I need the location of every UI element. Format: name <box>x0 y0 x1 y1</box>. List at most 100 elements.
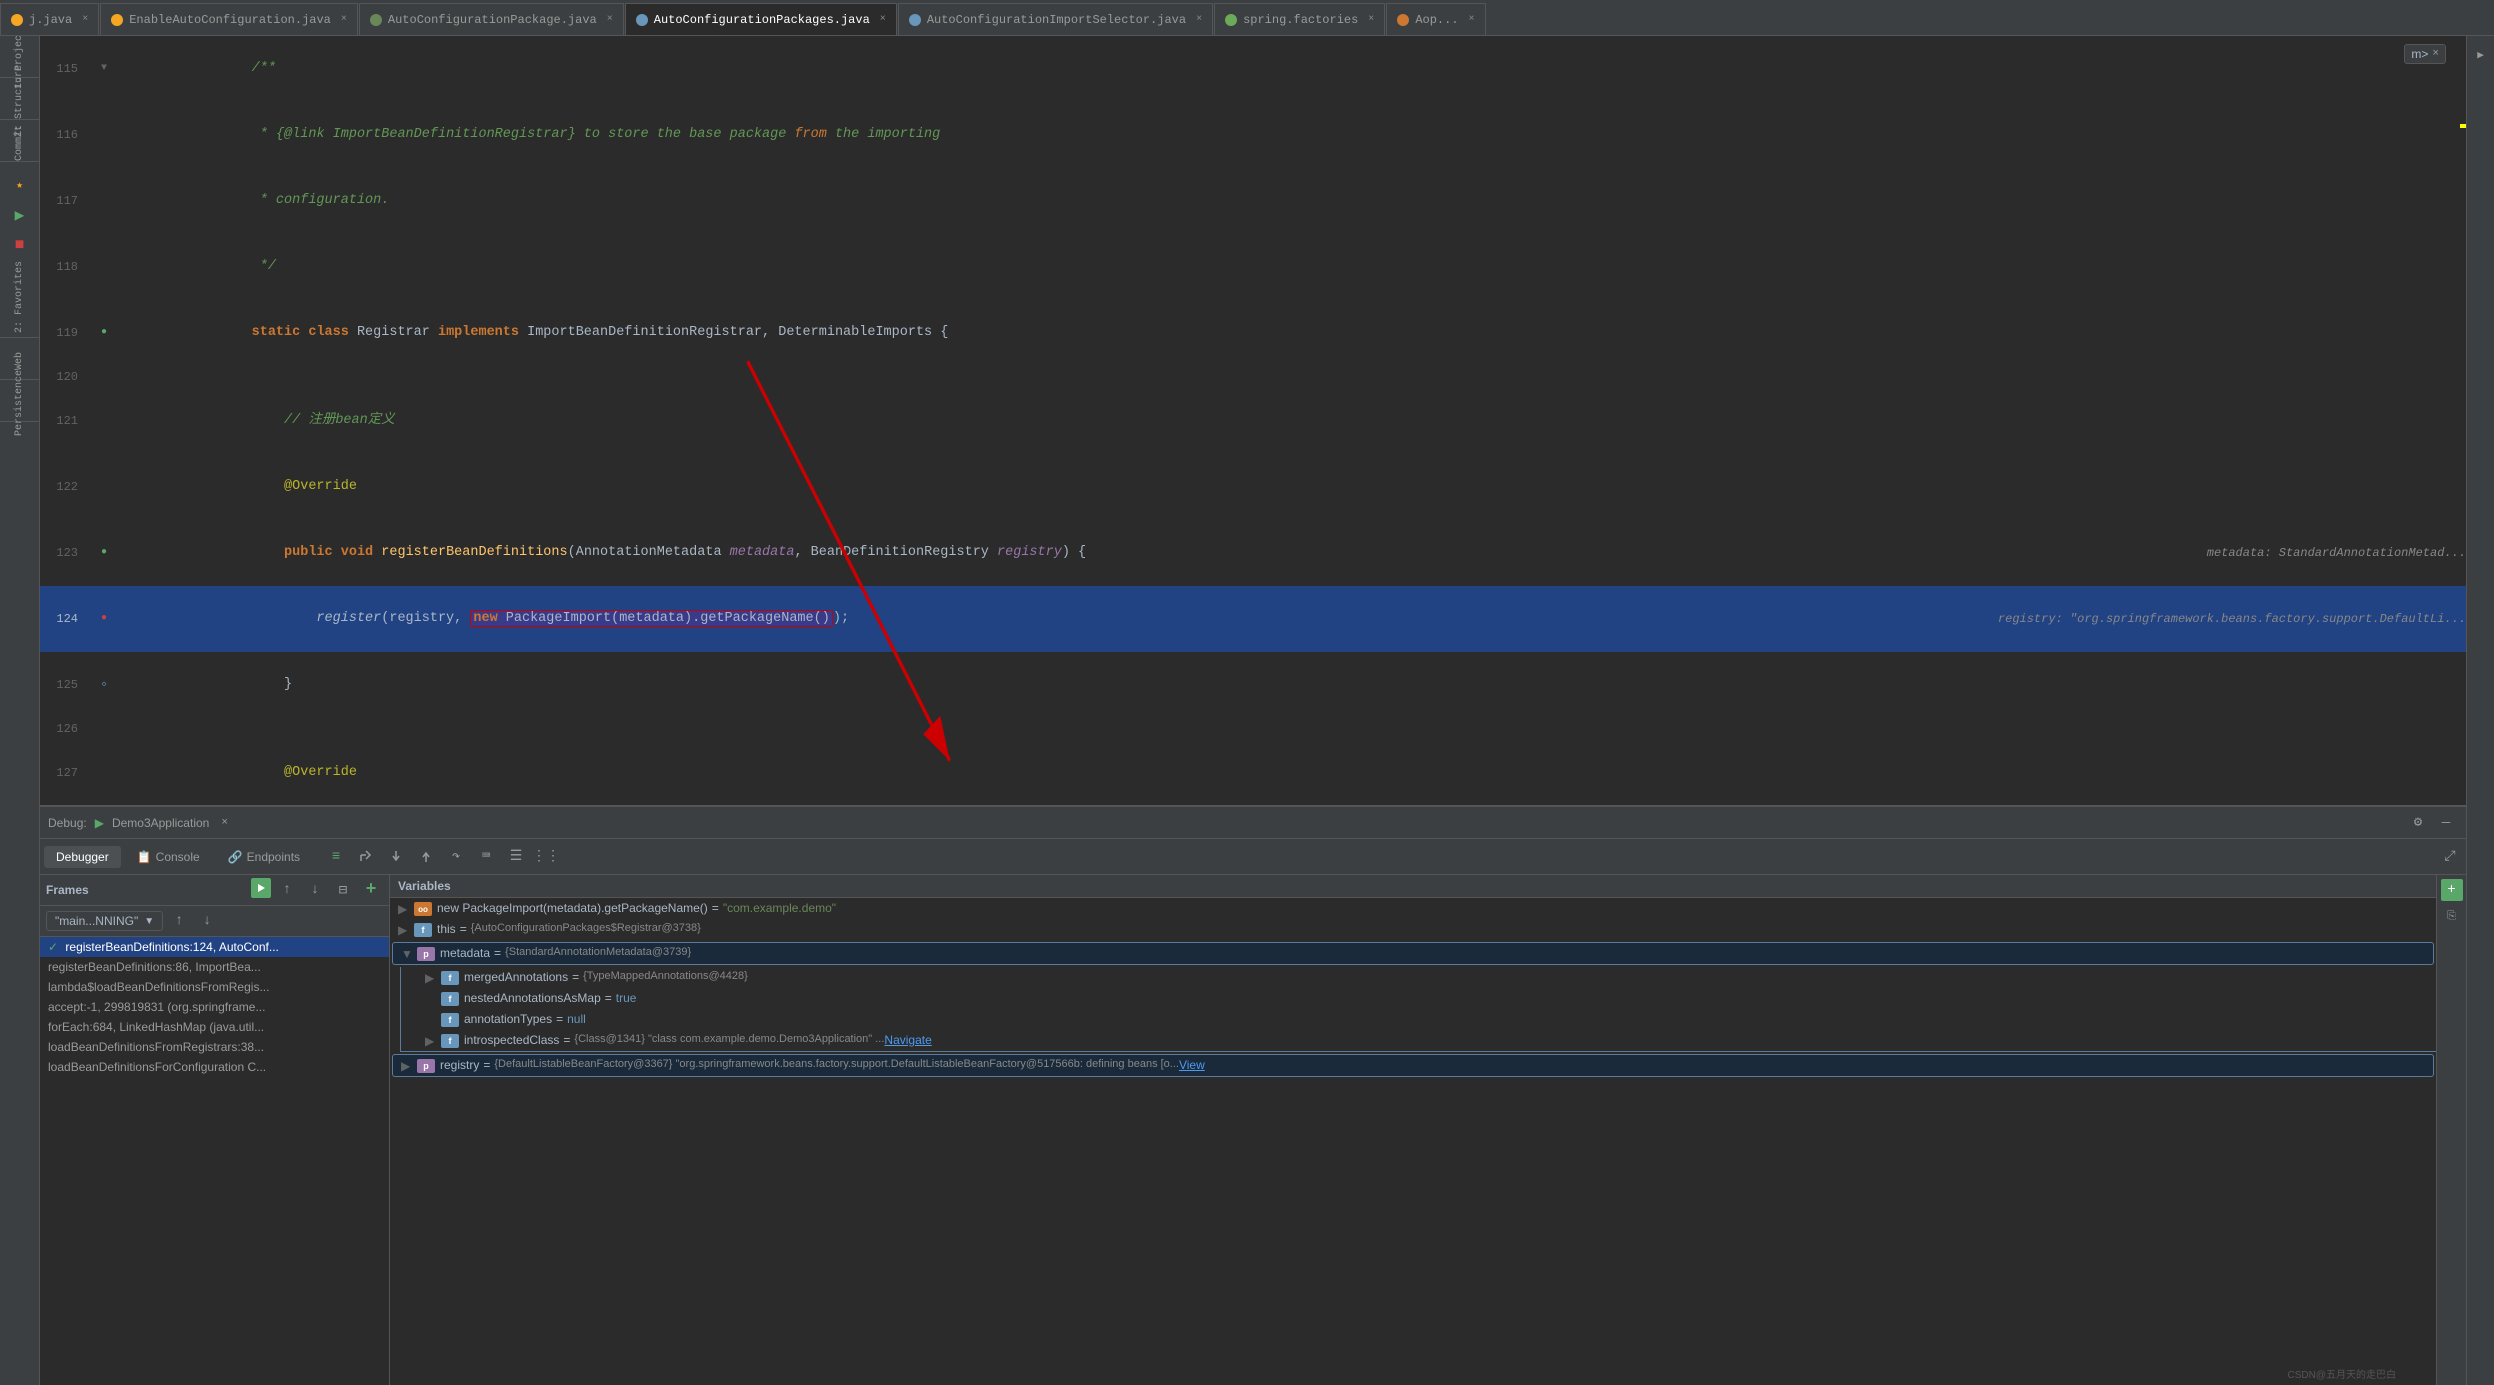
gutter-breakpoint-124[interactable]: ● <box>101 608 107 630</box>
line-content-119: static class Registrar implements Import… <box>118 300 2466 366</box>
var-name: this <box>437 922 456 936</box>
tab-close[interactable]: × <box>607 14 613 25</box>
frame-dropdown[interactable]: "main...NNING" ▼ <box>46 911 163 931</box>
var-eq: = <box>563 1033 570 1047</box>
var-item-annotation-types[interactable]: f annotationTypes = null <box>400 1009 2436 1030</box>
frame-add-btn[interactable]: + <box>359 878 383 902</box>
var-expand: ▼ <box>401 947 417 961</box>
code-editor[interactable]: 115 ▼ /** 116 * {@link ImportBeanDefinit… <box>40 36 2466 805</box>
sidebar-item-commit[interactable]: Commit <box>6 129 34 157</box>
sidebar-item-stop[interactable]: ■ <box>6 231 34 259</box>
frame-nav-up[interactable]: ↑ <box>167 909 191 933</box>
var-item-this[interactable]: ▶ f this = {AutoConfigurationPackages$Re… <box>390 919 2436 940</box>
var-item-packageimport[interactable]: ▶ oo new PackageImport(metadata).getPack… <box>390 898 2436 919</box>
line-num-124: 124 <box>40 608 90 630</box>
tab-icon-spring <box>1225 14 1237 26</box>
tab-auto-config-packages[interactable]: AutoConfigurationPackages.java × <box>625 3 897 35</box>
tab-icon-blue2 <box>909 14 921 26</box>
var-item-nested-annotations[interactable]: f nestedAnnotationsAsMap = true <box>400 988 2436 1009</box>
sidebar-item-structure[interactable]: Z: Structure <box>6 87 34 115</box>
debug-settings-btn[interactable]: ⚙ <box>2406 811 2430 835</box>
frame-item-4[interactable]: forEach:684, LinkedHashMap (java.util... <box>40 1017 389 1037</box>
frame-controls: ↑ ↓ ⊟ + <box>251 878 383 902</box>
threads-btn[interactable]: ⋮⋮ <box>534 845 558 869</box>
navigate-link[interactable]: Navigate <box>884 1033 931 1047</box>
tab-close[interactable]: × <box>341 14 347 25</box>
tab-close[interactable]: × <box>1368 14 1374 25</box>
var-icon-f: f <box>414 923 432 937</box>
tab-auto-config-import[interactable]: AutoConfigurationImportSelector.java × <box>898 3 1213 35</box>
tab-spring-factories[interactable]: spring.factories × <box>1214 3 1385 35</box>
frame-filter-btn[interactable]: ⊟ <box>331 878 355 902</box>
debug-tab-right-actions: ⤢ <box>2438 845 2462 869</box>
tab-label: AutoConfigurationPackages.java <box>654 13 870 27</box>
debug-tab-console[interactable]: 📋Console <box>125 846 212 868</box>
code-line-125: 125 ◇ } <box>40 652 2466 718</box>
copy-btn[interactable]: ⎘ <box>2440 905 2464 929</box>
mg-close[interactable]: × <box>2432 48 2439 60</box>
var-item-merged-annotations[interactable]: ▶ f mergedAnnotations = {TypeMappedAnnot… <box>400 967 2436 988</box>
tab-j-java[interactable]: j.java × <box>0 3 99 35</box>
tab-label: Aop... <box>1415 13 1458 27</box>
code-lines: 115 ▼ /** 116 * {@link ImportBeanDefinit… <box>40 36 2466 805</box>
evaluate-btn[interactable]: ⌨ <box>474 845 498 869</box>
var-val: "com.example.demo" <box>723 901 836 915</box>
tab-aop[interactable]: Aop... × <box>1386 3 1485 35</box>
var-val: {TypeMappedAnnotations@4428} <box>583 970 748 982</box>
sidebar-item-favorites[interactable]: ★ <box>6 171 34 199</box>
tab-close[interactable]: × <box>82 14 88 25</box>
frame-nav-down[interactable]: ↓ <box>195 909 219 933</box>
code-line-123: 123 ● public void registerBeanDefinition… <box>40 520 2466 586</box>
frame-item-3[interactable]: accept:-1, 299819831 (org.springframe... <box>40 997 389 1017</box>
line-content-127: @Override <box>118 740 2466 805</box>
line-num-125: 125 <box>40 674 90 696</box>
tab-enable-auto[interactable]: EnableAutoConfiguration.java × <box>100 3 358 35</box>
tab-close[interactable]: × <box>1469 14 1475 25</box>
step-over-btn[interactable] <box>354 845 378 869</box>
csdn-container: CSDN@五月天的走巴白 <box>390 1365 2436 1385</box>
code-line-115: 115 ▼ /** <box>40 36 2466 102</box>
step-out-btn[interactable] <box>414 845 438 869</box>
var-item-introspected-class[interactable]: ▶ f introspectedClass = {Class@1341} "cl… <box>400 1030 2436 1052</box>
sidebar-label-persistence: Persistence <box>14 370 25 436</box>
tab-close[interactable]: × <box>880 14 886 25</box>
frames-btn[interactable]: ☰ <box>504 845 528 869</box>
debug-minimize-btn[interactable]: — <box>2434 811 2458 835</box>
line-num-121: 121 <box>40 410 90 432</box>
var-icon-p: p <box>417 947 435 961</box>
variables-header-bar: Variables <box>390 875 2436 898</box>
yellow-marker <box>2460 124 2466 128</box>
var-item-metadata[interactable]: ▼ p metadata = {StandardAnnotationMetada… <box>392 942 2434 965</box>
frame-item-5[interactable]: loadBeanDefinitionsFromRegistrars:38... <box>40 1037 389 1057</box>
frame-down-btn[interactable]: ↓ <box>303 878 327 902</box>
debug-tab-debugger[interactable]: Debugger <box>44 846 121 868</box>
frame-item-1[interactable]: registerBeanDefinitions:86, ImportBea... <box>40 957 389 977</box>
main-area: 1: Project Z: Structure Commit ★ ▶ ■ 2: … <box>0 36 2494 1385</box>
step-into-btn[interactable] <box>384 845 408 869</box>
var-icon-f: f <box>441 992 459 1006</box>
mg-widget[interactable]: m> × <box>2404 44 2446 64</box>
fold-115[interactable]: ▼ <box>101 58 107 80</box>
variables-panel: Variables ▶ oo new PackageImport(metadat… <box>390 875 2436 1385</box>
frame-item-0[interactable]: ✓ registerBeanDefinitions:124, AutoConf.… <box>40 937 389 957</box>
view-link[interactable]: View <box>1179 1058 1205 1072</box>
debug-expand-btn[interactable]: ⤢ <box>2438 845 2462 869</box>
debug-tab-endpoints[interactable]: 🔗Endpoints <box>216 846 312 868</box>
var-item-registry[interactable]: ▶ p registry = {DefaultListableBeanFacto… <box>392 1054 2434 1077</box>
right-sidebar-icon[interactable]: ▶ <box>2467 41 2494 69</box>
code-line-120: 120 <box>40 366 2466 388</box>
frame-item-2[interactable]: lambda$loadBeanDefinitionsFromRegis... <box>40 977 389 997</box>
var-name: mergedAnnotations <box>464 970 568 984</box>
frame-item-6[interactable]: loadBeanDefinitionsForConfiguration C... <box>40 1057 389 1077</box>
debug-session-close[interactable]: × <box>221 817 228 829</box>
sidebar-item-run[interactable]: ▶ <box>6 201 34 229</box>
run-to-cursor-btn[interactable]: ↷ <box>444 845 468 869</box>
frame-up-btn[interactable]: ↑ <box>275 878 299 902</box>
frame-run-btn[interactable] <box>251 878 271 898</box>
frame-checkmark: ✓ <box>48 940 58 954</box>
sidebar-item-persistence[interactable]: Persistence <box>6 389 34 417</box>
add-watch-btn[interactable]: + <box>2441 879 2463 901</box>
resume-btn[interactable]: ≡ <box>324 845 348 869</box>
tab-auto-config-package[interactable]: AutoConfigurationPackage.java × <box>359 3 624 35</box>
tab-close[interactable]: × <box>1196 14 1202 25</box>
